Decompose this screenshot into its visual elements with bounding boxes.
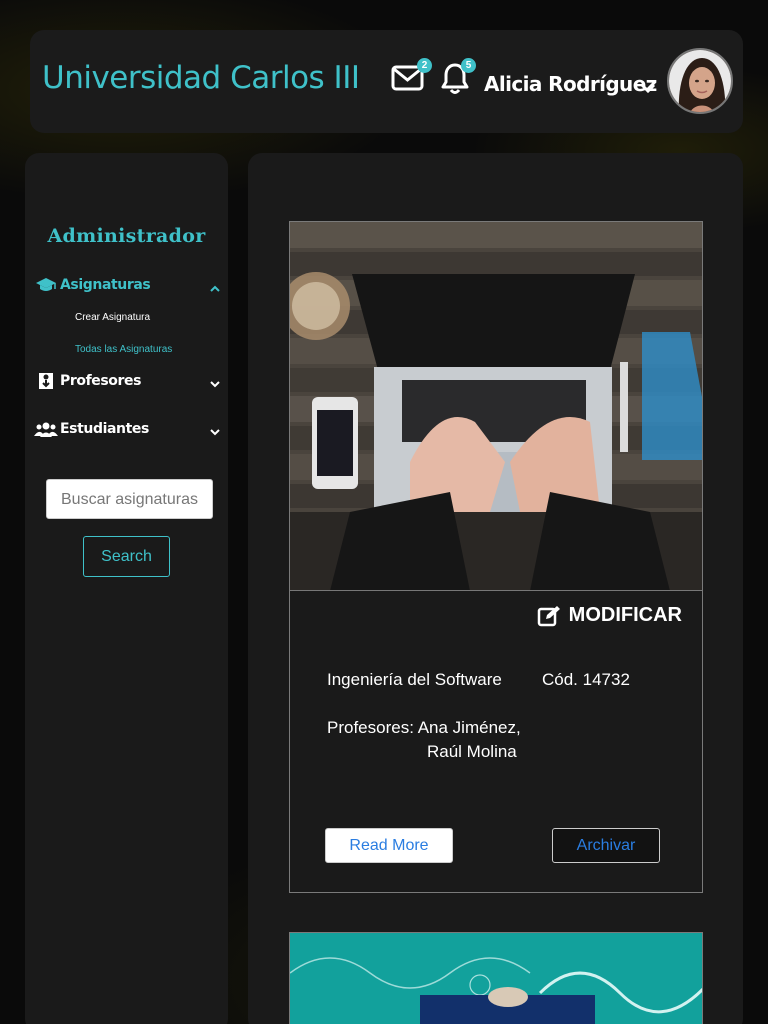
sidebar-item-label: Asignaturas	[60, 277, 151, 293]
course-image-2	[290, 933, 702, 1024]
notifications-button[interactable]: 5	[440, 58, 476, 96]
users-icon	[34, 421, 58, 437]
course-name: Ingeniería del Software	[327, 670, 502, 689]
course-card-2	[289, 932, 703, 1024]
graduation-cap-icon	[34, 277, 58, 293]
sidebar-subitem-crear-asignatura[interactable]: Crear Asignatura	[75, 312, 150, 323]
messages-button[interactable]: 2	[391, 58, 432, 92]
sidebar-item-asignaturas[interactable]: Asignaturas	[34, 273, 224, 297]
professor-icon	[34, 372, 58, 390]
messages-badge: 2	[417, 58, 432, 73]
edit-icon	[537, 605, 560, 626]
search-button[interactable]: Search	[83, 536, 170, 577]
course-professors: Profesores: Ana Jiménez,	[327, 718, 521, 737]
user-name[interactable]: Alicia Rodríguez	[484, 72, 657, 96]
sidebar-item-label: Estudiantes	[60, 421, 149, 437]
chevron-down-icon	[640, 83, 656, 94]
chevron-up-icon	[210, 280, 220, 296]
sidebar-item-profesores[interactable]: Profesores	[34, 369, 224, 393]
user-menu-chevron[interactable]	[640, 81, 656, 99]
sidebar: Administrador Asignaturas Crear Asignatu…	[25, 153, 228, 1024]
course-professors-continued: Raúl Molina	[427, 742, 517, 761]
top-header: Universidad Carlos III 2 5 Alicia Rodríg…	[30, 30, 743, 133]
sidebar-item-label: Profesores	[60, 373, 142, 389]
notifications-badge: 5	[461, 58, 476, 73]
sidebar-subitem-todas-asignaturas[interactable]: Todas las Asignaturas	[75, 344, 172, 355]
main-content: MODIFICAR Ingeniería del Software Cód. 1…	[248, 153, 743, 1024]
course-code: Cód. 14732	[542, 670, 630, 689]
chevron-down-icon	[210, 376, 220, 392]
modify-button[interactable]: MODIFICAR	[537, 604, 682, 627]
sidebar-item-estudiantes[interactable]: Estudiantes	[34, 417, 224, 441]
avatar[interactable]	[667, 48, 733, 114]
read-more-button[interactable]: Read More	[325, 828, 453, 863]
chevron-down-icon	[210, 424, 220, 440]
course-image	[290, 222, 702, 591]
search-input[interactable]: Buscar asignaturas	[46, 479, 213, 519]
sidebar-title: Administrador	[47, 225, 206, 247]
brand-title[interactable]: Universidad Carlos III	[42, 60, 360, 96]
archive-button[interactable]: Archivar	[552, 828, 660, 863]
course-card: MODIFICAR Ingeniería del Software Cód. 1…	[289, 221, 703, 893]
modify-label: MODIFICAR	[568, 604, 682, 626]
